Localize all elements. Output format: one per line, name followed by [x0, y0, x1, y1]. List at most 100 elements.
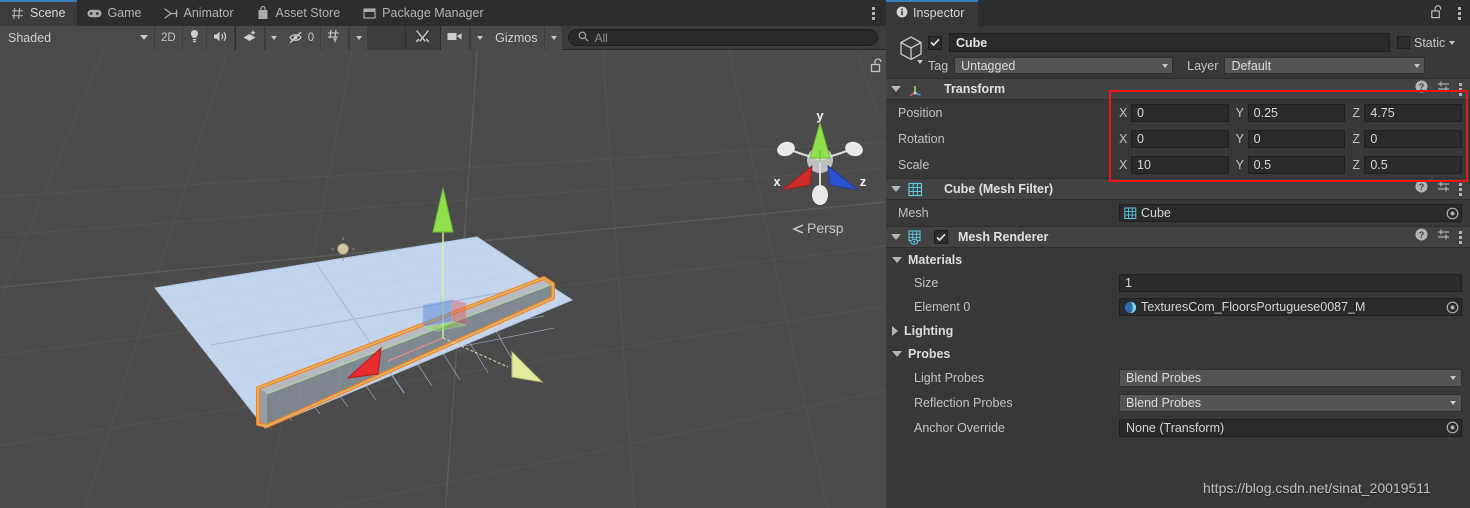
object-picker-icon[interactable]	[1444, 205, 1461, 221]
position-y-input[interactable]: 0.25	[1247, 104, 1346, 122]
gameobject-active-checkbox[interactable]	[928, 35, 942, 50]
chevron-down-icon	[140, 35, 148, 40]
scene-effects-dropdown[interactable]	[264, 25, 283, 50]
toggle-2d-button[interactable]: 2D	[155, 25, 183, 50]
scene-grid-dropdown[interactable]	[349, 25, 368, 50]
chevron-down-icon[interactable]	[1449, 40, 1456, 45]
transform-position-row: Position X 0 Y 0.25 Z 4.75	[886, 100, 1470, 126]
position-x-value: 0	[1137, 106, 1144, 120]
light-probes-label: Light Probes	[914, 370, 985, 385]
component-header-transform[interactable]: Transform ?	[886, 78, 1470, 100]
scale-z-cell: Z 0.5	[1352, 156, 1463, 174]
anchor-override-object-field[interactable]: None (Transform)	[1119, 418, 1462, 437]
component-header-mesh-filter[interactable]: Cube (Mesh Filter) ?	[886, 178, 1470, 200]
lightbulb-icon	[189, 29, 200, 47]
tab-asset-store[interactable]: Asset Store	[246, 0, 353, 26]
help-icon[interactable]: ?	[1415, 180, 1428, 198]
grid-icon	[10, 6, 25, 21]
object-picker-icon[interactable]	[1444, 420, 1461, 436]
scene-grid-button[interactable]	[321, 25, 350, 50]
scene-panel-menu-button[interactable]	[860, 0, 886, 26]
grid-visibility-icon	[327, 29, 342, 46]
rotation-z-cell: Z 0	[1352, 130, 1463, 148]
gameobject-name-input[interactable]: Cube	[949, 33, 1390, 52]
static-toggle-group[interactable]: Static	[1397, 36, 1456, 50]
foldout-arrow-icon[interactable]	[892, 350, 902, 357]
foldout-arrow-icon[interactable]	[892, 325, 898, 336]
mesh-object-field[interactable]: Cube	[1119, 204, 1462, 222]
scene-search-input[interactable]: All	[568, 29, 878, 46]
tab-inspector[interactable]: Inspector	[886, 0, 979, 26]
foldout-arrow-icon[interactable]	[891, 234, 901, 240]
hidden-objects-button[interactable]: 0	[282, 25, 322, 50]
chevron-down-icon	[1162, 63, 1169, 68]
camera-icon	[447, 31, 463, 45]
mesh-label: Mesh	[898, 206, 929, 220]
scene-tools-button[interactable]	[406, 25, 441, 50]
gizmos-toggle-button[interactable]: Gizmos	[488, 25, 545, 50]
draw-mode-dropdown[interactable]: Shaded	[0, 25, 155, 50]
static-checkbox[interactable]	[1397, 36, 1410, 49]
scene-camera-button[interactable]	[441, 25, 471, 50]
tab-scene-label: Scene	[30, 6, 66, 20]
light-probes-dropdown[interactable]: Blend Probes	[1119, 368, 1462, 387]
element0-object-field[interactable]: TexturesCom_FloorsPortuguese0087_M	[1119, 298, 1462, 316]
foldout-arrow-icon[interactable]	[892, 256, 902, 263]
scene-camera-dropdown[interactable]	[470, 25, 489, 50]
object-picker-icon[interactable]	[1444, 299, 1461, 315]
scale-z-input[interactable]: 0.5	[1364, 156, 1463, 174]
kebab-menu-icon[interactable]	[1459, 82, 1462, 96]
gameobject-name-row: Cube Static	[928, 33, 1462, 52]
mesh-renderer-enabled-checkbox[interactable]	[934, 230, 948, 244]
scene-effects-button[interactable]	[235, 25, 265, 50]
tab-scene[interactable]: Scene	[0, 0, 78, 26]
scale-x-input[interactable]: 10	[1131, 156, 1229, 174]
foldout-arrow-icon[interactable]	[891, 86, 901, 92]
scale-y-input[interactable]: 0.5	[1247, 156, 1346, 174]
scene-audio-button[interactable]	[206, 25, 235, 50]
component-header-mesh-renderer[interactable]: Mesh Renderer ?	[886, 226, 1470, 248]
tag-dropdown[interactable]: Untagged	[954, 57, 1174, 74]
tab-animator[interactable]: Animator	[154, 0, 246, 26]
axis-label-z: Z	[1352, 158, 1360, 172]
tab-package-manager[interactable]: Package Manager	[352, 0, 495, 26]
probes-section-header[interactable]: Probes	[886, 342, 1470, 365]
inspector-menu-button[interactable]	[1448, 0, 1470, 26]
tab-game[interactable]: Game	[77, 0, 153, 26]
help-icon[interactable]: ?	[1415, 80, 1428, 98]
reflection-probes-dropdown[interactable]: Blend Probes	[1119, 393, 1462, 412]
transform-axes-icon	[908, 82, 923, 97]
rotation-x-input[interactable]: 0	[1131, 130, 1229, 148]
position-z-input[interactable]: 4.75	[1364, 104, 1463, 122]
help-icon[interactable]: ?	[1415, 228, 1428, 246]
inspector-lock-button[interactable]	[1426, 0, 1448, 26]
materials-section-header[interactable]: Materials	[886, 248, 1470, 271]
size-label: Size	[914, 276, 939, 290]
kebab-menu-icon[interactable]	[1459, 230, 1462, 244]
preset-icon[interactable]	[1437, 80, 1450, 98]
anchor-override-row: Anchor Override None (Transform)	[886, 415, 1470, 440]
watermark-text: https://blog.csdn.net/sinat_20019511	[1203, 480, 1431, 496]
gizmos-dropdown[interactable]	[544, 25, 563, 50]
scene-lighting-button[interactable]	[182, 25, 207, 50]
tools-icon	[415, 29, 430, 47]
lighting-section-header[interactable]: Lighting	[886, 319, 1470, 342]
materials-size-input[interactable]: 1	[1119, 274, 1462, 292]
position-x-input[interactable]: 0	[1131, 104, 1229, 122]
position-z-cell: Z 4.75	[1352, 104, 1463, 122]
scale-label: Scale	[898, 158, 930, 172]
eye-slash-icon	[288, 31, 306, 44]
kebab-menu-icon	[1457, 6, 1461, 20]
preset-icon[interactable]	[1437, 228, 1450, 246]
rotation-z-input[interactable]: 0	[1364, 130, 1463, 148]
rotation-y-input[interactable]: 0	[1247, 130, 1346, 148]
scene-viewport[interactable]: y x z Persp	[0, 50, 886, 508]
layer-dropdown[interactable]: Default	[1224, 57, 1426, 74]
kebab-menu-icon[interactable]	[1459, 182, 1462, 196]
hidden-objects-count: 0	[307, 31, 315, 44]
anchor-override-label: Anchor Override	[914, 420, 1006, 435]
foldout-arrow-icon[interactable]	[891, 186, 901, 192]
preset-icon[interactable]	[1437, 180, 1450, 198]
scale-z-value: 0.5	[1370, 158, 1388, 172]
transform-header-icons: ?	[1415, 80, 1462, 98]
